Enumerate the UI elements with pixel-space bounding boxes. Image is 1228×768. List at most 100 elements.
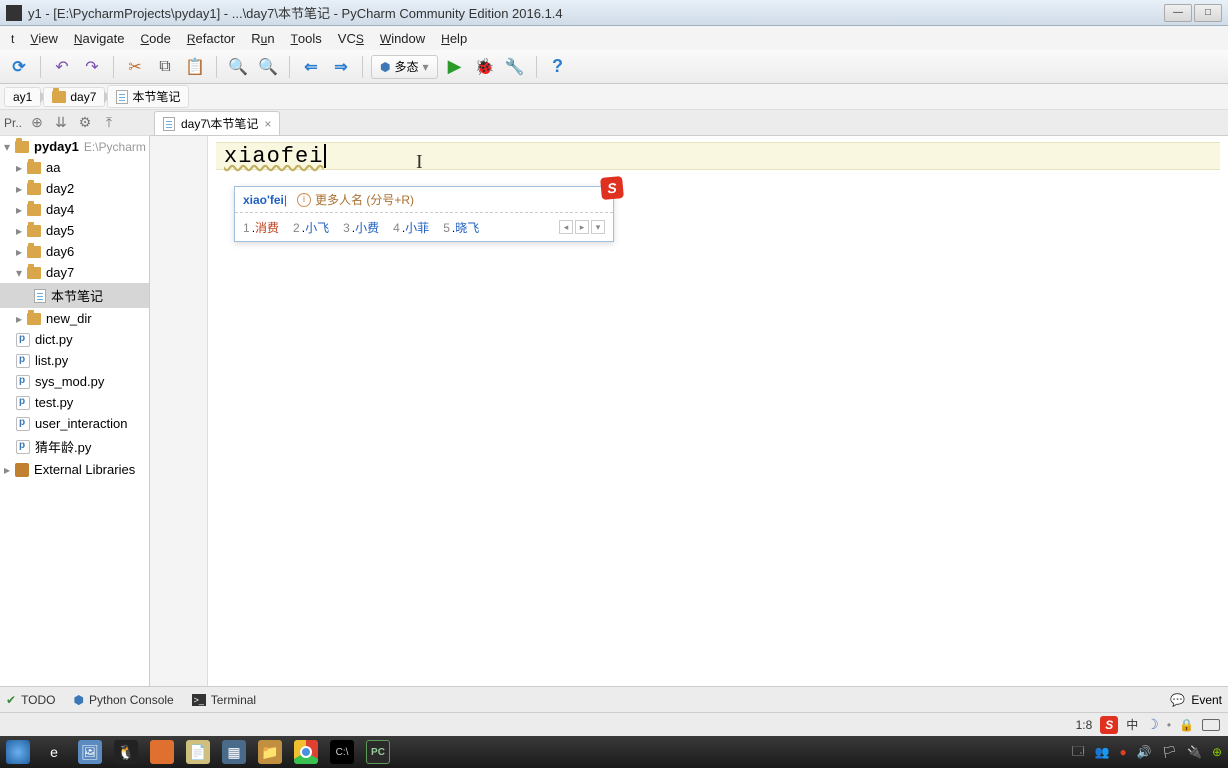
maximize-button[interactable]: □	[1194, 4, 1222, 22]
menu-edit[interactable]: t	[4, 28, 21, 49]
tree-file-selected[interactable]: 本节笔记	[0, 283, 149, 308]
ime-candidate-3[interactable]: 3.小费	[343, 219, 379, 236]
tree-file-list[interactable]: list.py	[0, 350, 149, 371]
run-icon[interactable]: ▶	[442, 54, 468, 80]
tree-folder-newdir[interactable]: ▸new_dir	[0, 308, 149, 329]
menu-help[interactable]: Help	[434, 28, 474, 49]
menu-refactor[interactable]: Refactor	[180, 28, 242, 49]
tree-folder-day2[interactable]: ▸day2	[0, 178, 149, 199]
back-icon[interactable]: ⇐	[298, 54, 324, 80]
editor-gutter	[150, 136, 208, 686]
zoom-out-icon[interactable]: 🔍	[255, 54, 281, 80]
python-icon	[16, 354, 30, 368]
photos-icon[interactable]: 🖼	[78, 740, 102, 764]
tree-folder-day5[interactable]: ▸day5	[0, 220, 149, 241]
forward-icon[interactable]: ⇒	[328, 54, 354, 80]
tray-record-icon[interactable]: ●	[1120, 745, 1127, 759]
ime-candidate-2[interactable]: 2.小飞	[293, 219, 329, 236]
tree-file-test[interactable]: test.py	[0, 392, 149, 413]
copy-icon[interactable]: ⧉	[152, 54, 178, 80]
tab-terminal[interactable]: >_Terminal	[192, 693, 256, 707]
qq-icon[interactable]: 🐧	[114, 740, 138, 764]
tab-python-console[interactable]: ⬢Python Console	[74, 693, 174, 707]
ime-hint[interactable]: i 更多人名 (分号+R)	[297, 191, 414, 208]
tray-app-icon[interactable]: 🗔	[1072, 742, 1085, 763]
menu-code[interactable]: Code	[133, 28, 177, 49]
tab-label: day7\本节笔记	[181, 115, 258, 132]
tray-plus-icon[interactable]: ⊕	[1212, 745, 1222, 759]
hide-icon[interactable]: ⤒	[100, 114, 118, 132]
help-icon[interactable]: ?	[545, 54, 571, 80]
event-log-label[interactable]: Event	[1191, 693, 1222, 707]
app-icon[interactable]: ▦	[222, 740, 246, 764]
sogou-status-icon[interactable]: S	[1100, 716, 1118, 734]
ime-menu-icon[interactable]: ▾	[591, 220, 605, 234]
chrome-icon[interactable]	[294, 740, 318, 764]
cut-icon[interactable]: ✂	[122, 54, 148, 80]
editor-tab[interactable]: day7\本节笔记 ×	[154, 111, 280, 135]
tree-file-sysmod[interactable]: sys_mod.py	[0, 371, 149, 392]
ime-candidate-5[interactable]: 5.晓飞	[443, 219, 479, 236]
event-log-icon[interactable]: 💬	[1170, 693, 1185, 707]
tab-todo[interactable]: ✔TODO	[6, 693, 56, 707]
moon-icon[interactable]: ☽	[1146, 716, 1159, 733]
pycharm-icon[interactable]: PC	[366, 740, 390, 764]
ie-icon[interactable]: e	[42, 740, 66, 764]
tree-external-libs[interactable]: ▸External Libraries	[0, 459, 149, 480]
close-icon[interactable]: ×	[264, 117, 271, 131]
redo-icon[interactable]: ↷	[79, 54, 105, 80]
code-area[interactable]: xiaofei I S xiao'fei| i 更多人名 (分号+R)	[208, 136, 1228, 686]
explorer-icon[interactable]: 📁	[258, 740, 282, 764]
crumb-folder[interactable]: day7	[43, 87, 105, 107]
tree-folder-aa[interactable]: ▸aa	[0, 157, 149, 178]
refresh-icon[interactable]: ⟳	[6, 54, 32, 80]
firefox-icon[interactable]	[150, 740, 174, 764]
keyboard-icon[interactable]	[1202, 719, 1220, 731]
ime-prev-icon[interactable]: ◂	[559, 220, 573, 234]
project-label: Pr..	[4, 116, 22, 130]
menu-navigate[interactable]: Navigate	[67, 28, 132, 49]
menu-view[interactable]: View	[23, 28, 65, 49]
windows-taskbar: e 🖼 🐧 📄 ▦ 📁 C:\ PC 🗔 👥 ● 🔊 🏳 🔌 ⊕	[0, 736, 1228, 768]
tray-flag-icon[interactable]: 🏳	[1162, 745, 1177, 759]
menu-run[interactable]: Run	[244, 28, 281, 49]
crumb-file[interactable]: 本节笔记	[107, 85, 189, 108]
menu-tools[interactable]: Tools	[284, 28, 329, 49]
ime-next-icon[interactable]: ▸	[575, 220, 589, 234]
code-line[interactable]: xiaofei I	[216, 142, 1220, 170]
run-config-selector[interactable]: ⬢ 多态 ▾	[371, 55, 438, 79]
paste-icon[interactable]: 📋	[182, 54, 208, 80]
tree-root[interactable]: ▾ pyday1 E:\Pycharm	[0, 136, 149, 157]
collapse-icon[interactable]: ⇊	[52, 114, 70, 132]
cmd-icon[interactable]: C:\	[330, 740, 354, 764]
gear-icon[interactable]: ⚙	[76, 114, 94, 132]
crumb-project[interactable]: ay1	[4, 87, 41, 107]
separator	[113, 56, 114, 78]
menu-vcs[interactable]: VCS	[331, 28, 371, 49]
tree-folder-day6[interactable]: ▸day6	[0, 241, 149, 262]
ime-candidate-4[interactable]: 4.小菲	[393, 219, 429, 236]
tray-users-icon[interactable]: 👥	[1095, 745, 1110, 759]
target-icon[interactable]: ⊕	[28, 114, 46, 132]
project-tree[interactable]: ▾ pyday1 E:\Pycharm ▸aa ▸day2 ▸day4 ▸day…	[0, 136, 150, 686]
tree-file-userint[interactable]: user_interaction	[0, 413, 149, 434]
tree-folder-day4[interactable]: ▸day4	[0, 199, 149, 220]
menu-window[interactable]: Window	[373, 28, 432, 49]
settings-icon[interactable]: 🔧	[502, 54, 528, 80]
tray-network-icon[interactable]: 🔌	[1187, 745, 1202, 759]
notepad-icon[interactable]: 📄	[186, 740, 210, 764]
debug-icon[interactable]: 🐞	[472, 54, 498, 80]
ime-popup: S xiao'fei| i 更多人名 (分号+R) 1.消费 2.小飞 3.小费…	[234, 186, 614, 242]
tree-file-guess[interactable]: 猜年龄.py	[0, 434, 149, 459]
tree-file-dict[interactable]: dict.py	[0, 329, 149, 350]
tree-folder-day7[interactable]: ▾day7	[0, 262, 149, 283]
tray-volume-icon[interactable]: 🔊	[1137, 745, 1152, 759]
text-caret	[324, 144, 326, 168]
ime-lang[interactable]: 中	[1126, 716, 1138, 733]
ime-candidate-1[interactable]: 1.消费	[243, 219, 279, 236]
minimize-button[interactable]: —	[1164, 4, 1192, 22]
start-button-icon[interactable]	[6, 740, 30, 764]
zoom-in-icon[interactable]: 🔍	[225, 54, 251, 80]
python-icon	[16, 333, 30, 347]
undo-icon[interactable]: ↶	[49, 54, 75, 80]
